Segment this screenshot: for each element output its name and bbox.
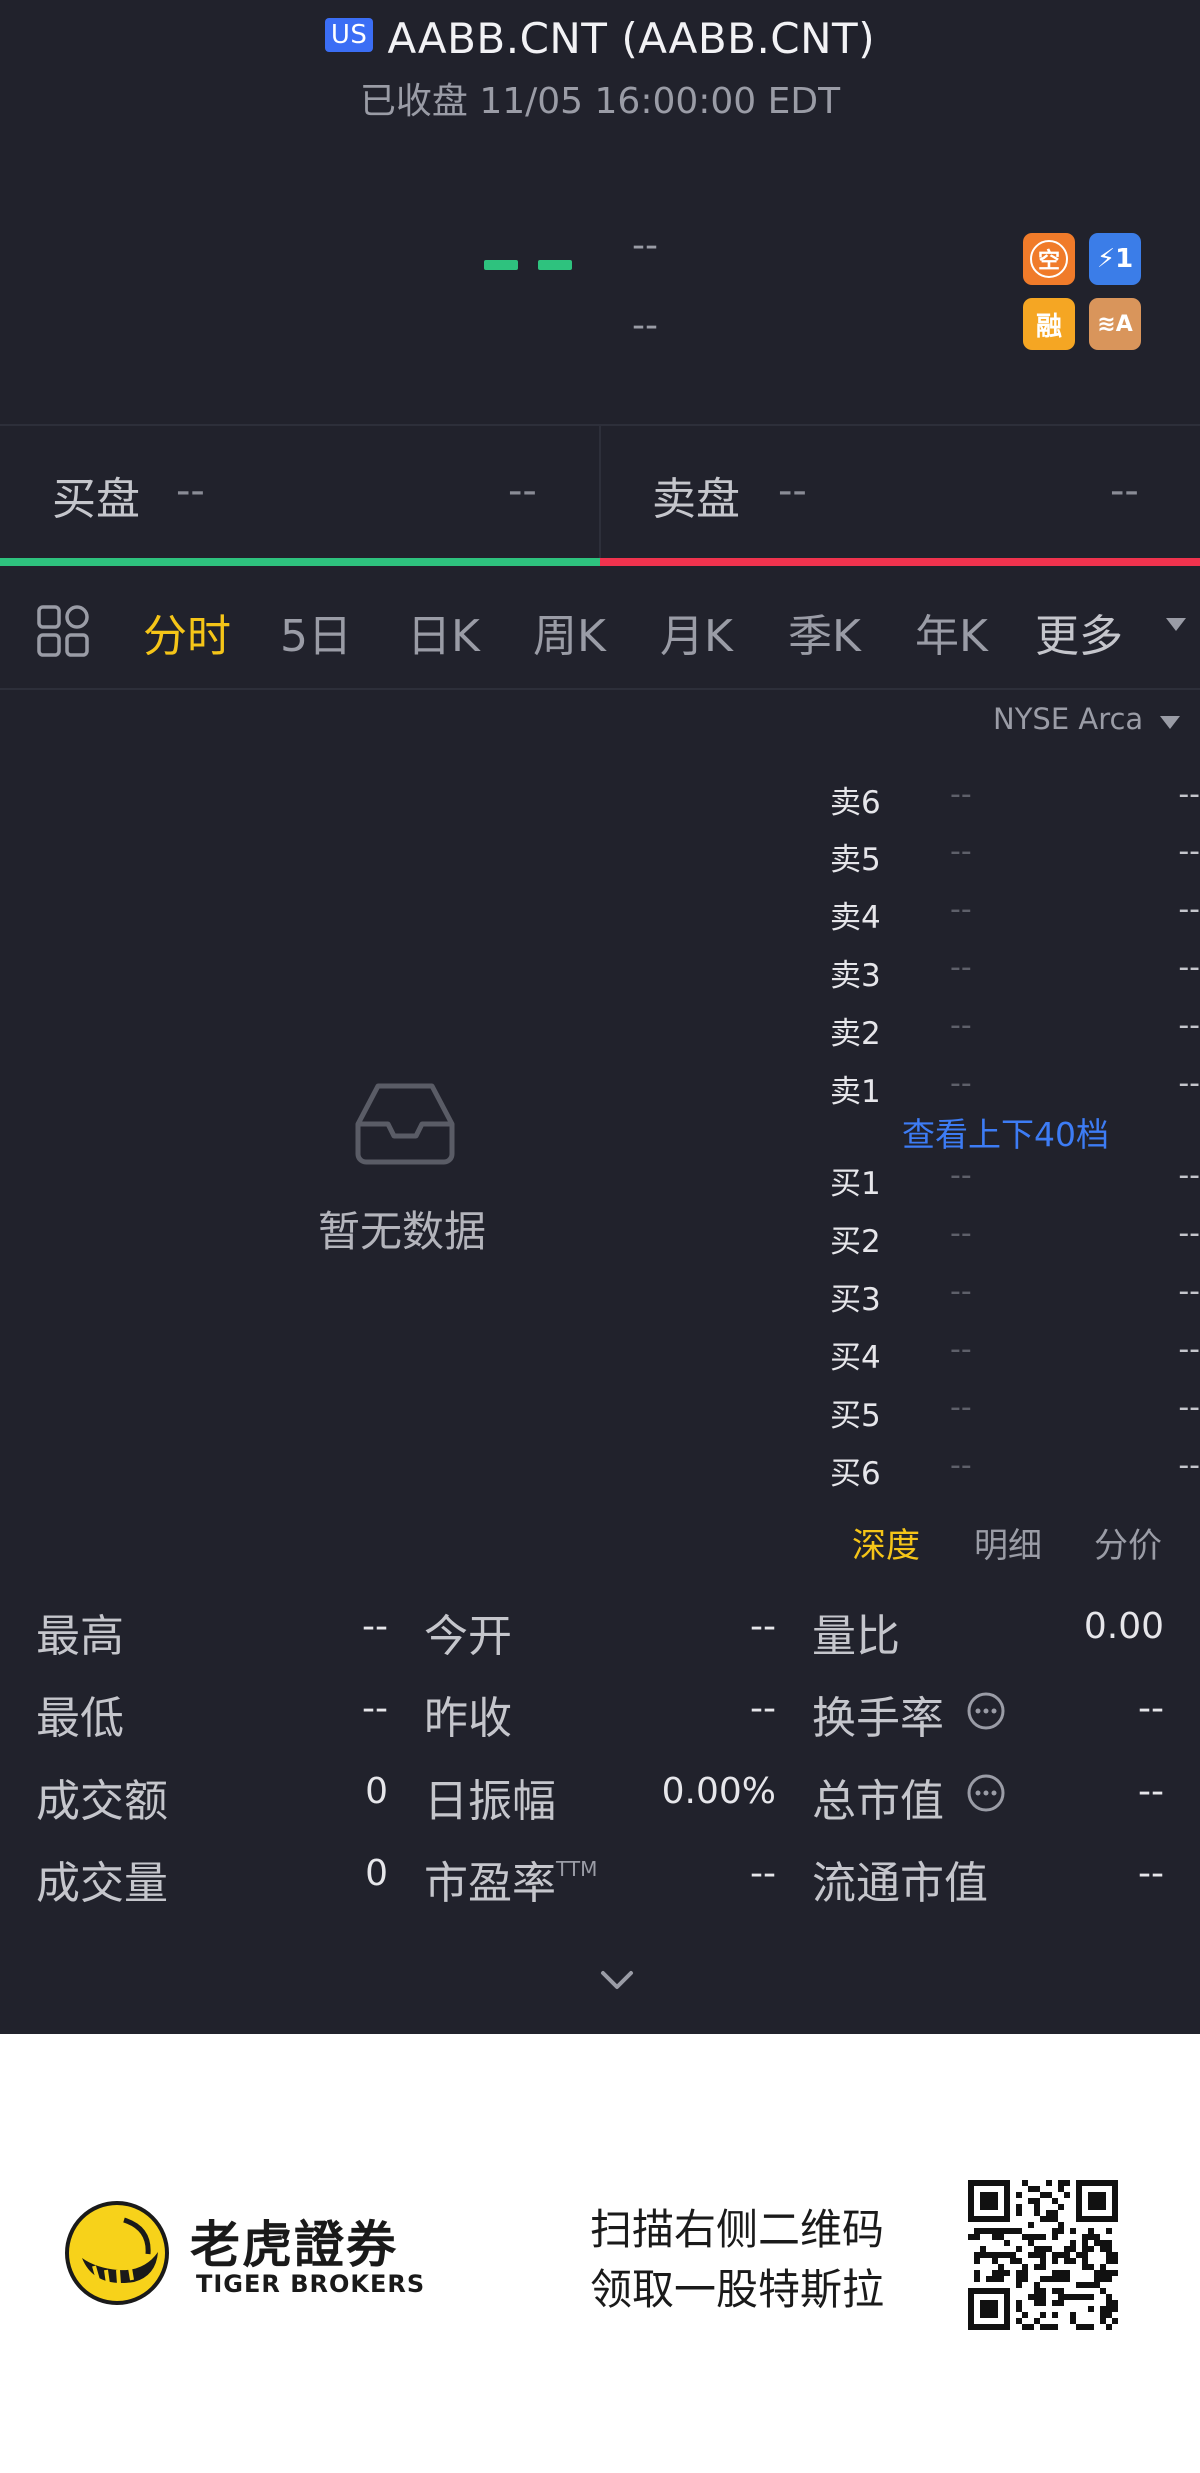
ask-row: 卖2 -- -- <box>830 1008 1200 1052</box>
stat-turnover-rate-value: -- <box>1138 1688 1164 1729</box>
view-40-levels-link[interactable]: 查看上下40档 <box>902 1108 1109 1156</box>
ask-row: 卖6 -- -- <box>830 777 1200 821</box>
brand-name-cn: 老虎證券 <box>190 2216 398 2274</box>
sell-price: -- <box>778 468 807 514</box>
bid-row: 买6 -- -- <box>830 1448 1200 1492</box>
ask-row: 卖3 -- -- <box>830 950 1200 994</box>
tab-yearly-k[interactable]: 年K <box>915 600 988 664</box>
tab-intraday[interactable]: 分时 <box>143 600 231 664</box>
stat-float-cap-value: -- <box>1138 1853 1164 1894</box>
tab-details[interactable]: 明细 <box>974 1518 1042 1567</box>
short-sell-icon[interactable]: 空 <box>1023 233 1075 285</box>
stat-high-value: -- <box>362 1606 388 1647</box>
buy-volume: -- <box>508 468 537 514</box>
tiger-logo <box>64 2200 170 2306</box>
stat-open-label: 今开 <box>424 1611 512 1662</box>
tab-depth[interactable]: 深度 <box>852 1518 920 1567</box>
more-info-icon[interactable] <box>966 1773 1006 1813</box>
ttm-suffix: TTM <box>556 1857 598 1881</box>
margin-icon[interactable]: 融 <box>1023 298 1075 350</box>
tab-more[interactable]: 更多 <box>1035 600 1123 664</box>
stat-high-label: 最高 <box>36 1611 124 1662</box>
stat-volume-label: 成交量 <box>36 1858 168 1909</box>
tab-5day[interactable]: 5日 <box>280 600 352 664</box>
ask-row: 卖1 -- -- <box>830 1066 1200 1110</box>
tab-price-distribution[interactable]: 分价 <box>1094 1518 1162 1567</box>
empty-inbox-icon <box>352 1080 458 1166</box>
divider <box>0 688 1200 690</box>
grid-icon[interactable] <box>36 604 90 658</box>
bid-row: 买4 -- -- <box>830 1332 1200 1376</box>
tab-weekly-k[interactable]: 周K <box>533 600 606 664</box>
bid-row: 买3 -- -- <box>830 1274 1200 1318</box>
expand-chevron-icon[interactable] <box>600 1968 634 1992</box>
ask-row: 卖4 -- -- <box>830 892 1200 936</box>
stat-open-value: -- <box>750 1606 776 1647</box>
stat-amplitude-value: 0.00% <box>661 1771 776 1812</box>
price-change-percent: -- <box>632 305 658 346</box>
sell-ratio-bar <box>600 558 1200 566</box>
bid-row: 买1 -- -- <box>830 1158 1200 1202</box>
brand-name-en: TIGER BROKERS <box>196 2270 426 2298</box>
stat-low-value: -- <box>362 1688 388 1729</box>
stat-volume-ratio-label: 量比 <box>812 1611 900 1662</box>
stat-float-cap-label: 流通市值 <box>812 1858 988 1909</box>
stat-pe-label: 市盈率TTM <box>424 1857 598 1909</box>
stat-turnover-label: 成交额 <box>36 1776 168 1827</box>
stat-market-cap-label: 总市值 <box>812 1776 944 1827</box>
buy-summary[interactable]: 买盘 -- -- <box>0 0 600 560</box>
stat-prev-close-value: -- <box>750 1688 776 1729</box>
buy-price: -- <box>176 468 205 514</box>
stat-amplitude-label: 日振幅 <box>424 1776 556 1827</box>
promo-text-line1: 扫描右侧二维码 <box>590 2205 885 2254</box>
no-data-text: 暂无数据 <box>318 1207 487 1256</box>
stat-low-label: 最低 <box>36 1693 124 1744</box>
buy-ratio-bar <box>0 558 600 566</box>
chevron-down-icon[interactable] <box>1166 618 1186 631</box>
stat-prev-close-label: 昨收 <box>424 1693 512 1744</box>
tab-daily-k[interactable]: 日K <box>407 600 480 664</box>
stat-pe-value: -- <box>750 1853 776 1894</box>
chevron-down-icon[interactable] <box>1160 716 1180 729</box>
sell-summary[interactable]: 卖盘 -- -- <box>602 426 1200 560</box>
stat-turnover-value: 0 <box>365 1771 388 1812</box>
more-info-icon[interactable] <box>966 1691 1006 1731</box>
price-change: -- <box>632 225 658 266</box>
layers-icon[interactable]: ≋A <box>1089 298 1141 350</box>
buy-label: 买盘 <box>52 474 140 525</box>
stat-turnover-rate-label: 换手率 <box>812 1693 944 1744</box>
bid-row: 买2 -- -- <box>830 1216 1200 1260</box>
lightning-icon[interactable]: ⚡1 <box>1089 233 1141 285</box>
stat-volume-value: 0 <box>365 1853 388 1894</box>
tab-quarterly-k[interactable]: 季K <box>788 600 861 664</box>
sell-volume: -- <box>1110 468 1139 514</box>
ask-row: 卖5 -- -- <box>830 834 1200 878</box>
promo-text-line2: 领取一股特斯拉 <box>590 2265 885 2314</box>
qr-code <box>968 2180 1118 2330</box>
exchange-selector[interactable]: NYSE Arca <box>993 702 1143 736</box>
stat-market-cap-value: -- <box>1138 1771 1164 1812</box>
tab-monthly-k[interactable]: 月K <box>660 600 733 664</box>
sell-label: 卖盘 <box>652 474 740 525</box>
stat-volume-ratio-value: 0.00 <box>1083 1606 1164 1647</box>
bid-row: 买5 -- -- <box>830 1390 1200 1434</box>
